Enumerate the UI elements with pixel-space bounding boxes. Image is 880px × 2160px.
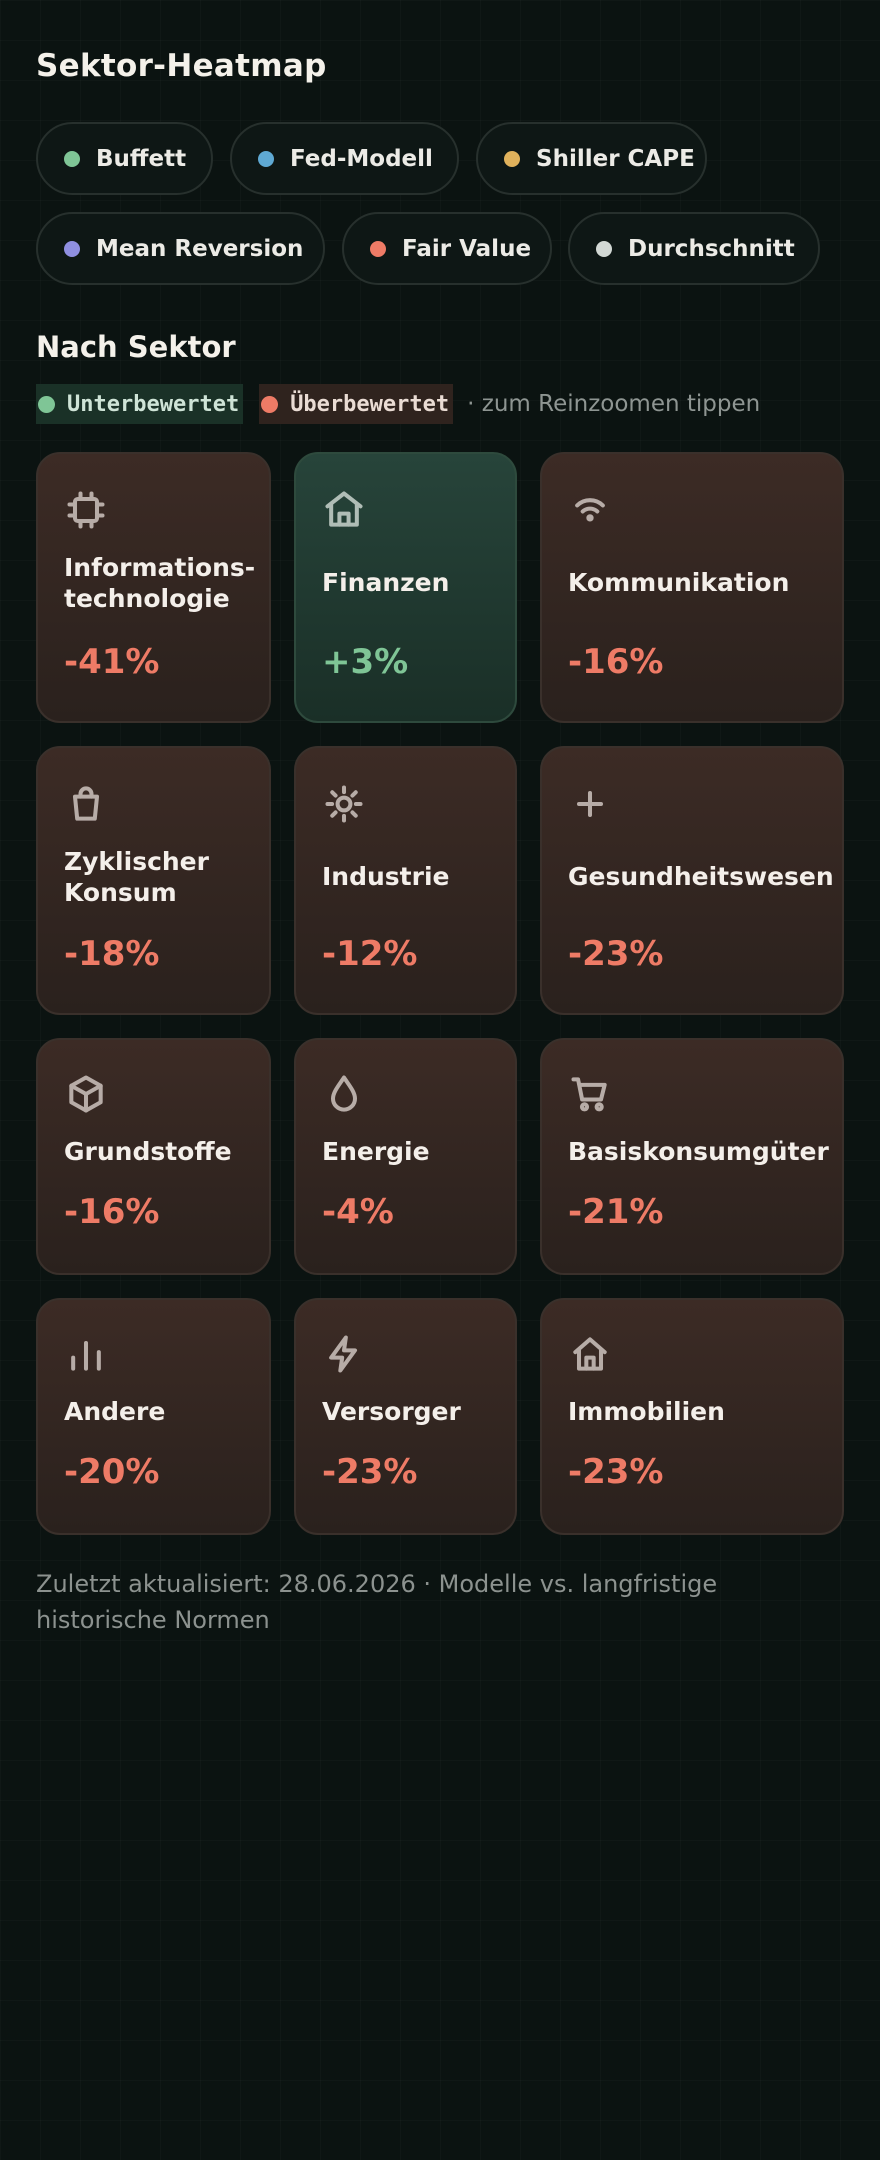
sector-value: -21%: [568, 1192, 664, 1232]
mean-reversion-dot-icon: [64, 240, 80, 257]
sector-value: +3%: [322, 642, 409, 682]
overvalued-dot-icon: [261, 395, 279, 413]
sector-value: -20%: [64, 1452, 160, 1492]
fed-modell-dot-icon: [258, 150, 274, 167]
sector-card-immobilien[interactable]: Immobilien -23%: [540, 1298, 844, 1535]
sector-name: Kommunikation: [568, 568, 790, 597]
legend-undervalued-label: Unterbewertet: [67, 391, 240, 417]
sector-card-industrie[interactable]: Industrie -12%: [294, 746, 517, 1015]
sector-value: -16%: [64, 1192, 160, 1232]
plus-icon: [568, 782, 612, 826]
sector-value: -18%: [64, 934, 160, 974]
sector-card-andere[interactable]: Andere -20%: [36, 1298, 271, 1535]
legend-overvalued-label: Überbewertet: [290, 391, 450, 417]
sector-name: Andere: [64, 1397, 166, 1426]
gear-sun-icon: [322, 782, 366, 826]
chip-fed-modell[interactable]: Fed-Modell: [230, 122, 459, 195]
chip-label: Fair Value: [402, 235, 532, 262]
sector-name: Immobilien: [568, 1397, 725, 1426]
sector-name: Basiskonsumgüter: [568, 1137, 829, 1166]
last-updated-footer: Zuletzt aktualisiert: 28.06.2026 · Model…: [36, 1570, 718, 1634]
cube-icon: [64, 1072, 108, 1116]
cart-icon: [568, 1072, 612, 1116]
sector-value: -41%: [64, 642, 160, 682]
undervalued-dot-icon: [38, 395, 55, 413]
page-title: Sektor-Heatmap: [36, 48, 327, 84]
chip-buffett[interactable]: Buffett: [36, 122, 213, 195]
sector-card-informationstechnologie[interactable]: Informations- technologie -41%: [36, 452, 271, 723]
section-title: Nach Sektor: [36, 330, 236, 364]
buffett-dot-icon: [64, 150, 80, 167]
chip-shiller-cape[interactable]: Shiller CAPE: [476, 122, 707, 195]
chip-label: Mean Reversion: [96, 235, 304, 262]
droplet-icon: [322, 1072, 366, 1116]
sector-name: Gesundheitswesen: [568, 862, 834, 891]
sector-card-energie[interactable]: Energie -4%: [294, 1038, 517, 1275]
sector-name: Informations- technologie: [64, 553, 256, 613]
sector-value: -12%: [322, 934, 418, 974]
sector-name: Energie: [322, 1137, 430, 1166]
zoom-hint: · zum Reinzoomen tippen: [467, 391, 761, 417]
chip-label: Buffett: [96, 145, 187, 172]
sector-value: -4%: [322, 1192, 394, 1232]
chip-icon: [64, 488, 108, 532]
fair-value-dot-icon: [370, 240, 386, 257]
sector-card-zyklischer-konsum[interactable]: Zyklischer Konsum -18%: [36, 746, 271, 1015]
bar-chart-icon: [64, 1332, 108, 1376]
shiller-cape-dot-icon: [504, 150, 520, 167]
chip-label: Shiller CAPE: [536, 145, 695, 172]
shopping-bag-icon: [64, 782, 108, 826]
sector-name: Grundstoffe: [64, 1137, 232, 1166]
chip-label: Fed-Modell: [290, 145, 433, 172]
sector-name: Finanzen: [322, 568, 450, 597]
sector-card-basiskonsumgueter[interactable]: Basiskonsumgüter -21%: [540, 1038, 844, 1275]
legend-overvalued: Überbewertet: [259, 384, 454, 424]
sector-name: Zyklischer Konsum: [64, 847, 209, 907]
sector-value: -23%: [568, 1452, 664, 1492]
bank-icon: [322, 488, 366, 532]
sector-card-versorger[interactable]: Versorger -23%: [294, 1298, 517, 1535]
sector-value: -23%: [568, 934, 664, 974]
sector-card-gesundheitswesen[interactable]: Gesundheitswesen -23%: [540, 746, 844, 1015]
wifi-icon: [568, 488, 612, 532]
sector-name: Industrie: [322, 862, 450, 891]
sector-value: -23%: [322, 1452, 418, 1492]
chip-fair-value[interactable]: Fair Value: [342, 212, 552, 285]
chip-durchschnitt[interactable]: Durchschnitt: [568, 212, 820, 285]
chip-mean-reversion[interactable]: Mean Reversion: [36, 212, 325, 285]
sector-name: Versorger: [322, 1397, 461, 1426]
sector-card-finanzen[interactable]: Finanzen +3%: [294, 452, 517, 723]
legend-undervalued: Unterbewertet: [36, 384, 244, 424]
chip-label: Durchschnitt: [628, 235, 795, 262]
sector-value: -16%: [568, 642, 664, 682]
house-icon: [568, 1332, 612, 1376]
sector-card-kommunikation[interactable]: Kommunikation -16%: [540, 452, 844, 723]
valuation-legend: Unterbewertet Überbewertet · zum Reinzoo…: [36, 384, 760, 424]
sector-card-grundstoffe[interactable]: Grundstoffe -16%: [36, 1038, 271, 1275]
lightning-icon: [322, 1332, 366, 1376]
durchschnitt-dot-icon: [596, 240, 612, 257]
